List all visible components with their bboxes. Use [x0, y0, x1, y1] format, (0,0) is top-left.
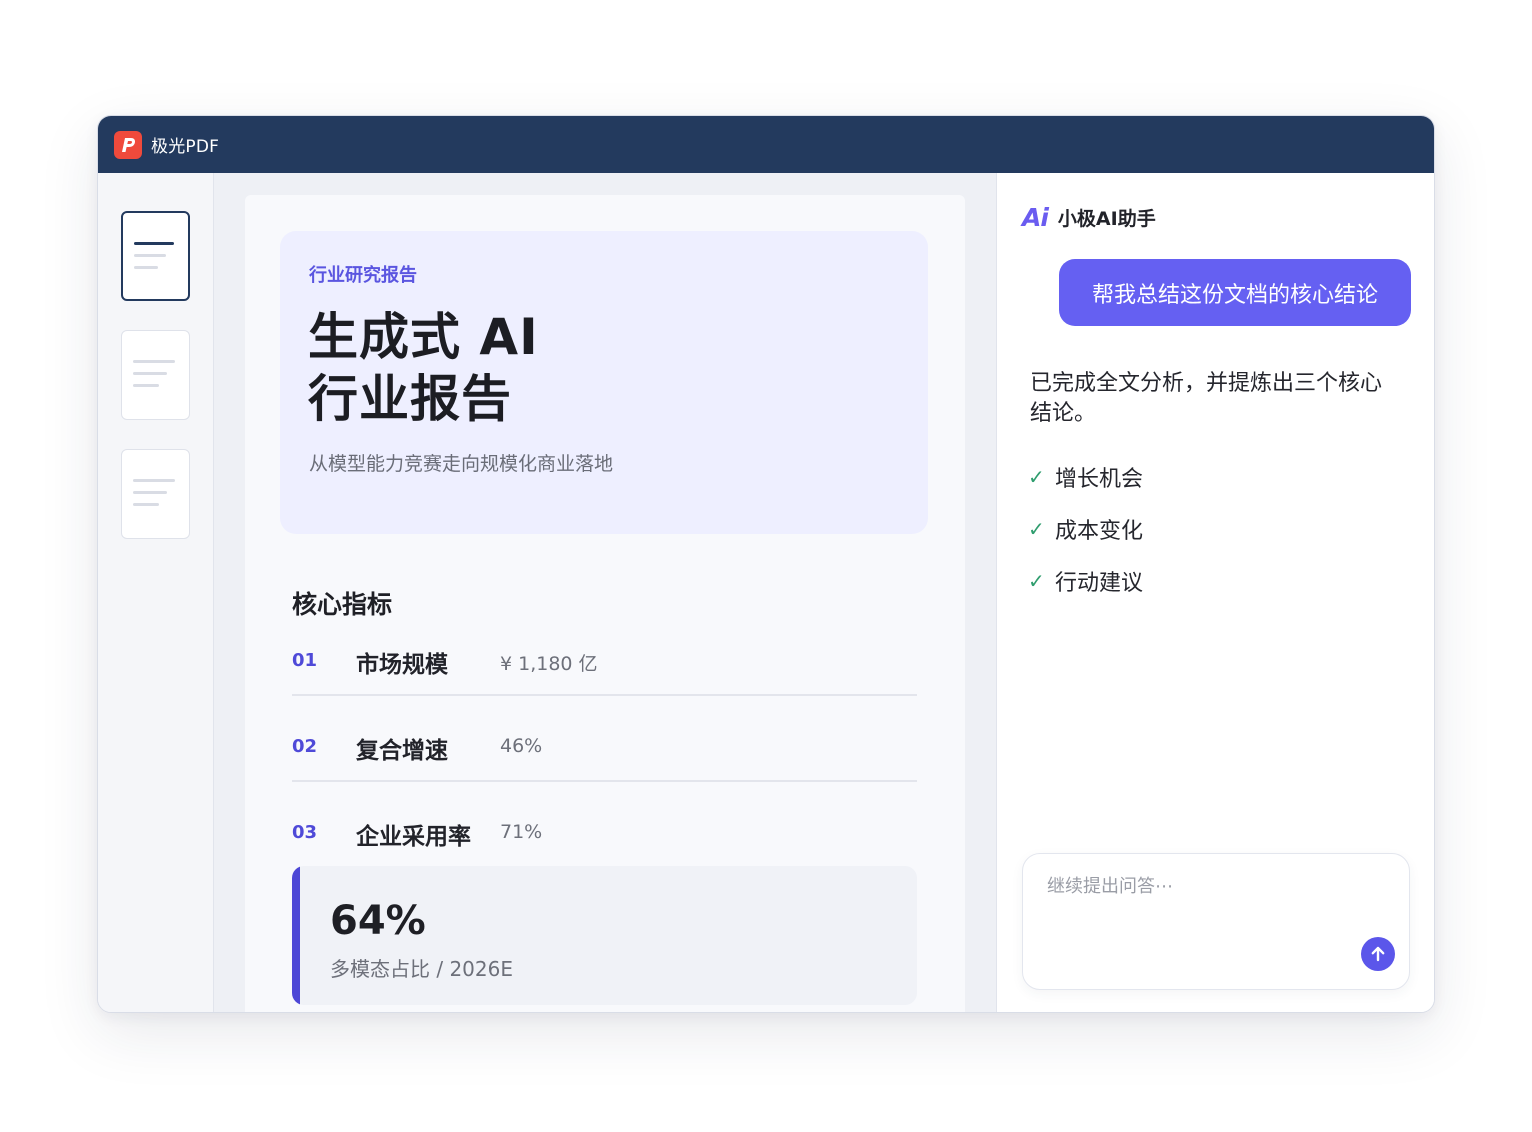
title-bar: 极光PDF: [98, 116, 1434, 173]
app-window: 极光PDF 行业研究报告 生成式 AI 行业报告 从模型能力竞赛走向规模化商业落…: [97, 115, 1435, 1013]
check-icon: ✓: [1028, 569, 1045, 593]
check-icon: ✓: [1028, 517, 1045, 541]
thumbnail-line: [134, 242, 174, 245]
metrics-heading: 核心指标: [292, 590, 393, 619]
page-thumbnail-3[interactable]: [121, 449, 190, 539]
check-icon: ✓: [1028, 465, 1045, 489]
user-message-bubble: 帮我总结这份文档的核心结论: [1059, 259, 1411, 326]
thumbnail-line: [133, 360, 175, 363]
highlight-stat-card: 64% 多模态占比 / 2026E: [292, 866, 917, 1005]
metric-row: 02 复合增速 46%: [292, 735, 917, 822]
metric-number: 01: [292, 650, 318, 671]
metric-row: 01 市场规模 ¥ 1,180 亿: [292, 650, 917, 736]
summary-point: ✓ 行动建议: [1028, 565, 1143, 597]
thumbnail-line: [133, 491, 167, 494]
report-hero-card: 行业研究报告 生成式 AI 行业报告 从模型能力竞赛走向规模化商业落地: [280, 231, 928, 534]
metric-value: 46%: [500, 735, 543, 757]
metric-number: 02: [292, 736, 318, 757]
highlight-accent-bar: [292, 866, 300, 1005]
metric-label: 复合增速: [356, 738, 448, 764]
highlight-value: 64%: [330, 898, 426, 944]
summary-point: ✓ 成本变化: [1028, 513, 1143, 545]
metric-divider: [292, 780, 917, 782]
ai-reply-text: 已完成全文分析，并提炼出三个核心结论。: [1030, 371, 1383, 426]
chat-input[interactable]: [1047, 876, 1367, 897]
thumbnail-line: [133, 384, 159, 387]
summary-point-text: 成本变化: [1055, 519, 1144, 544]
arrow-up-icon: [1371, 946, 1385, 962]
metric-label: 企业采用率: [356, 824, 471, 850]
summary-point-text: 行动建议: [1055, 571, 1144, 596]
document-page: 行业研究报告 生成式 AI 行业报告 从模型能力竞赛走向规模化商业落地 核心指标…: [245, 195, 965, 1012]
metric-value: 71%: [500, 821, 543, 843]
metric-label: 市场规模: [356, 652, 448, 678]
app-title: 极光PDF: [151, 137, 220, 157]
page-thumbnail-sidebar: [98, 173, 214, 1012]
page-thumbnail-1[interactable]: [121, 211, 190, 301]
metric-value: ¥ 1,180 亿: [500, 653, 598, 675]
thumbnail-line: [134, 266, 158, 269]
ai-assistant-name: 小极AI助手: [1057, 208, 1156, 230]
metric-number: 03: [292, 822, 318, 843]
report-title-line-1: 生成式 AI: [308, 308, 539, 366]
page-thumbnail-2[interactable]: [121, 330, 190, 420]
send-button[interactable]: [1361, 937, 1395, 971]
highlight-caption: 多模态占比 / 2026E: [330, 957, 513, 981]
thumbnail-line: [133, 372, 167, 375]
chat-composer: [1022, 853, 1410, 990]
thumbnail-line: [133, 479, 175, 482]
ai-logo-icon: Ai: [1022, 203, 1049, 232]
thumbnail-line: [134, 254, 166, 257]
ai-assistant-header: Ai 小极AI助手: [1022, 203, 1156, 232]
report-kicker: 行业研究报告: [309, 265, 417, 286]
ai-assistant-panel: Ai 小极AI助手 帮我总结这份文档的核心结论 已完成全文分析，并提炼出三个核心…: [996, 173, 1434, 1012]
report-title-line-2: 行业报告: [308, 370, 512, 428]
metric-divider: [292, 694, 917, 696]
pdf-logo-icon: [114, 130, 142, 159]
summary-point-text: 增长机会: [1055, 467, 1144, 492]
document-viewer[interactable]: 行业研究报告 生成式 AI 行业报告 从模型能力竞赛走向规模化商业落地 核心指标…: [214, 173, 996, 1012]
summary-point: ✓ 增长机会: [1028, 461, 1143, 493]
report-subtitle: 从模型能力竞赛走向规模化商业落地: [309, 453, 614, 475]
thumbnail-line: [133, 503, 159, 506]
report-title: 生成式 AI 行业报告: [308, 306, 539, 430]
